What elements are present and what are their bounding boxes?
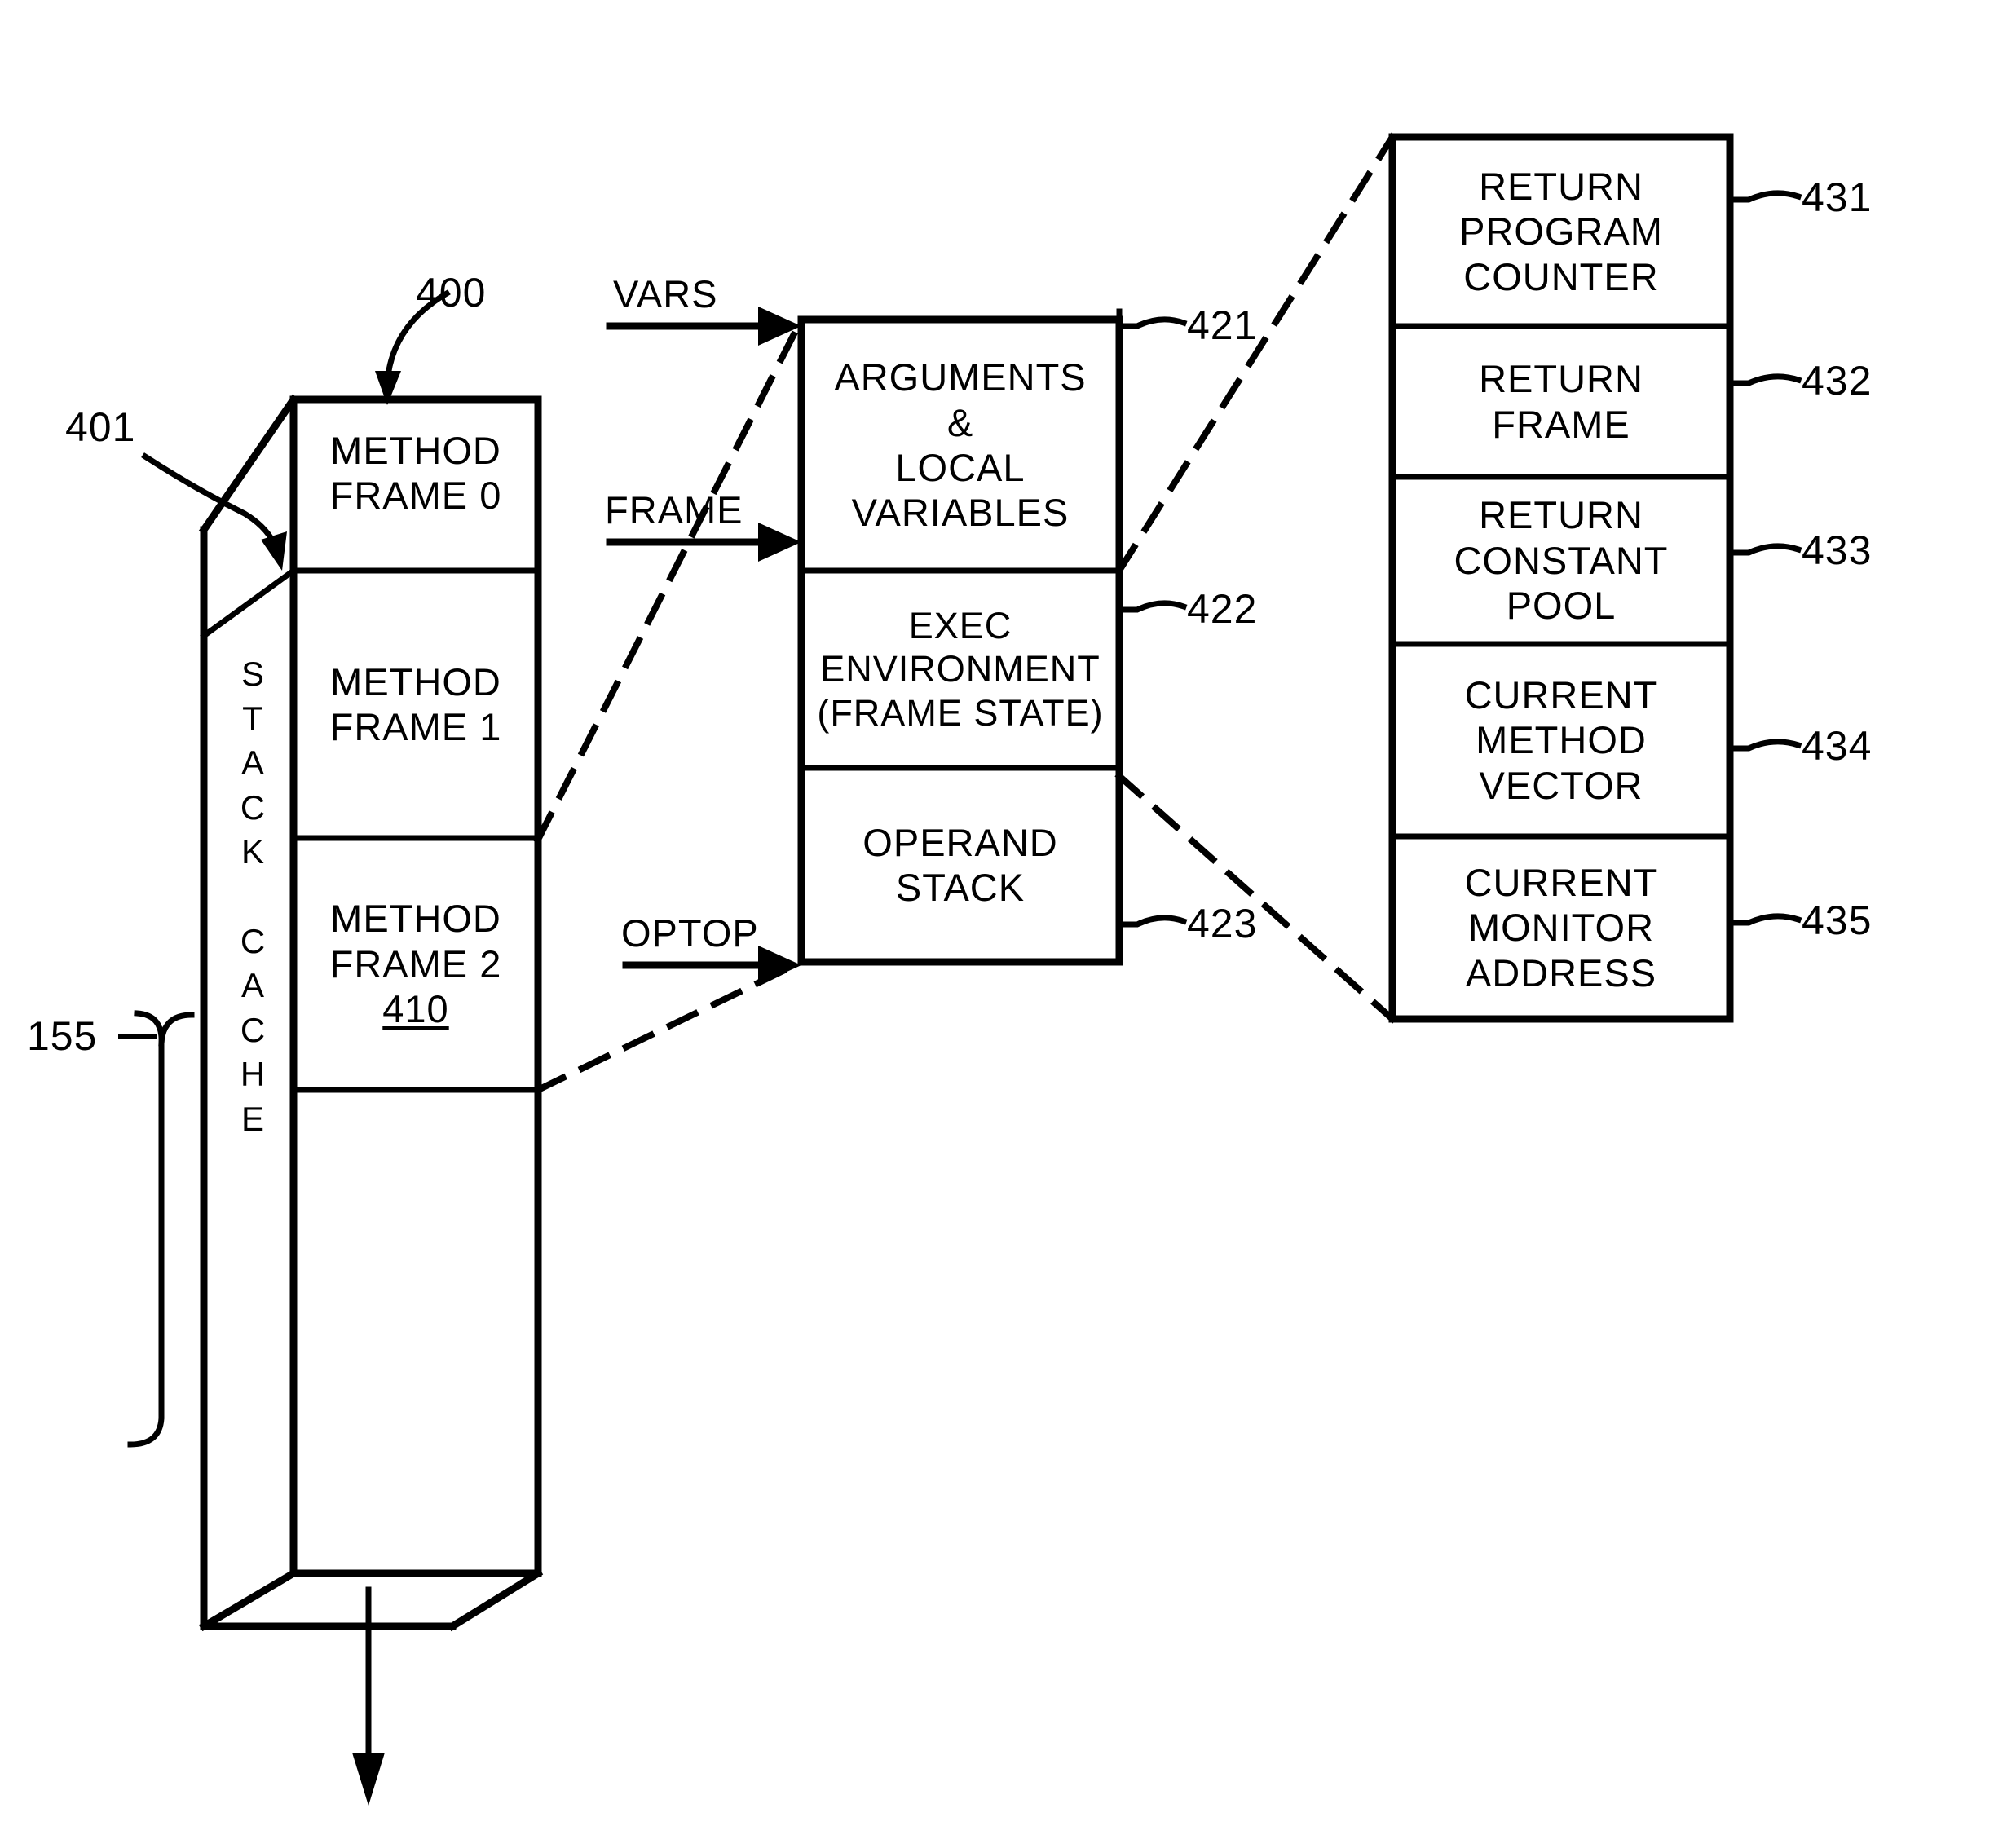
figure-canvas: 400 401 155 S T A C K C A C H E METHOD F… [0,0,1994,1848]
ref-leader-421 [1116,308,1188,344]
stack-frame-1-line2: FRAME 1 [329,705,502,748]
ref-number-401: 401 [65,404,136,450]
section-line: OPERAND [862,820,1058,864]
stack-frame-2-line2: FRAME 2 [329,942,502,986]
side-letter: H [240,1055,266,1094]
exec-env-section-return-constant-pool: RETURN CONSTANT POOL [1392,477,1730,644]
stack-cache-side-label: S T A C K C A C H E [231,652,275,1142]
section-line: STACK [895,866,1026,909]
ref-number-422: 422 [1187,586,1258,632]
side-letter: K [240,832,264,871]
section-line: RETURN [1479,357,1643,401]
stack-frame-0-line1: METHOD [330,428,501,472]
stack-frame-2-line1: METHOD [330,897,501,941]
section-line: ENVIRONMENT [820,648,1101,690]
section-line: ARGUMENTS [834,355,1087,399]
ref-leader-422 [1116,592,1188,628]
side-letter-gap [248,875,258,920]
side-letter: C [240,1010,266,1049]
section-line: MONITOR [1467,906,1655,950]
pointer-label-vars: VARS [613,272,718,315]
stack-frame-1: METHOD FRAME 1 [293,571,538,838]
section-line: COUNTER [1463,254,1659,298]
side-letter: S [240,655,264,693]
exec-env-section-return-frame: RETURN FRAME [1392,326,1730,477]
ref-number-423: 423 [1187,901,1258,946]
ref-number-433: 433 [1802,527,1873,573]
method-frame-section-exec-environment: EXEC ENVIRONMENT (FRAME STATE) [801,571,1119,768]
side-letter: A [240,966,264,1005]
ref-number-421: 421 [1187,302,1258,348]
section-line: CONSTANT [1454,538,1669,582]
section-line: POOL [1506,584,1617,628]
side-letter: E [240,1099,264,1138]
exec-env-section-current-monitor-address: CURRENT MONITOR ADDRESS [1392,836,1730,1019]
bracket-155 [127,1010,195,1448]
expansion-line-execenv-bottom [1114,771,1397,1024]
section-line: LOCAL [895,446,1026,489]
expansion-line-execenv-top [1114,132,1397,576]
ref-number-434: 434 [1802,723,1873,769]
method-frame-section-arguments-local-variables: ARGUMENTS & LOCAL VARIABLES [801,320,1119,571]
section-line: VARIABLES [851,491,1070,535]
method-frame-section-operand-stack: OPERAND STACK [801,768,1119,962]
side-letter: C [240,921,266,960]
section-line: VECTOR [1479,763,1643,807]
exec-env-section-return-program-counter: RETURN PROGRAM COUNTER [1392,137,1730,326]
pointer-arrow-frame-head [758,523,801,562]
section-line: (FRAME STATE) [817,691,1104,734]
ref-leader-431 [1727,182,1802,218]
side-letter: A [240,743,264,783]
stack-cache-top-slot-edge [200,567,298,640]
section-line: EXEC [908,605,1012,647]
expansion-line-frame2-bottom [533,957,806,1095]
ref-leader-432 [1727,365,1802,401]
section-line: ADDRESS [1465,950,1657,995]
ref-number-435: 435 [1802,898,1873,943]
ref-leader-423 [1116,906,1188,942]
side-letter: T [242,699,263,738]
side-letter: C [240,787,266,827]
ref-number-155: 155 [27,1013,98,1059]
pointer-label-optop: OPTOP [621,911,759,955]
section-line: CURRENT [1464,860,1658,904]
section-line: FRAME [1492,402,1630,446]
stack-frame-2-ref: 410 [382,987,449,1031]
section-line: METHOD [1476,718,1647,762]
ref-number-432: 432 [1802,358,1873,404]
section-line: PROGRAM [1459,209,1663,254]
stack-frame-0-line2: FRAME 0 [329,474,502,517]
section-line: RETURN [1479,164,1643,208]
section-line: RETURN [1479,493,1643,537]
section-line: CURRENT [1464,673,1658,717]
pointer-label-frame: FRAME [605,488,743,531]
ref-number-400: 400 [416,270,487,315]
pointer-arrow-vars-head [758,307,801,346]
stack-frame-1-line1: METHOD [330,659,501,703]
leader-401 [141,452,281,554]
ref-leader-434 [1727,730,1802,766]
section-line: & [946,400,974,444]
ref-leader-435 [1727,905,1802,941]
ref-number-431: 431 [1802,174,1873,220]
exec-env-section-current-method-vector: CURRENT METHOD VECTOR [1392,644,1730,836]
ref-leader-433 [1727,535,1802,571]
stack-growth-arrowhead [352,1753,385,1806]
stack-frame-2: METHOD FRAME 2 410 [293,838,538,1090]
expansion-line-frame2-top [533,315,806,845]
leader-401-arrowhead [261,531,287,571]
